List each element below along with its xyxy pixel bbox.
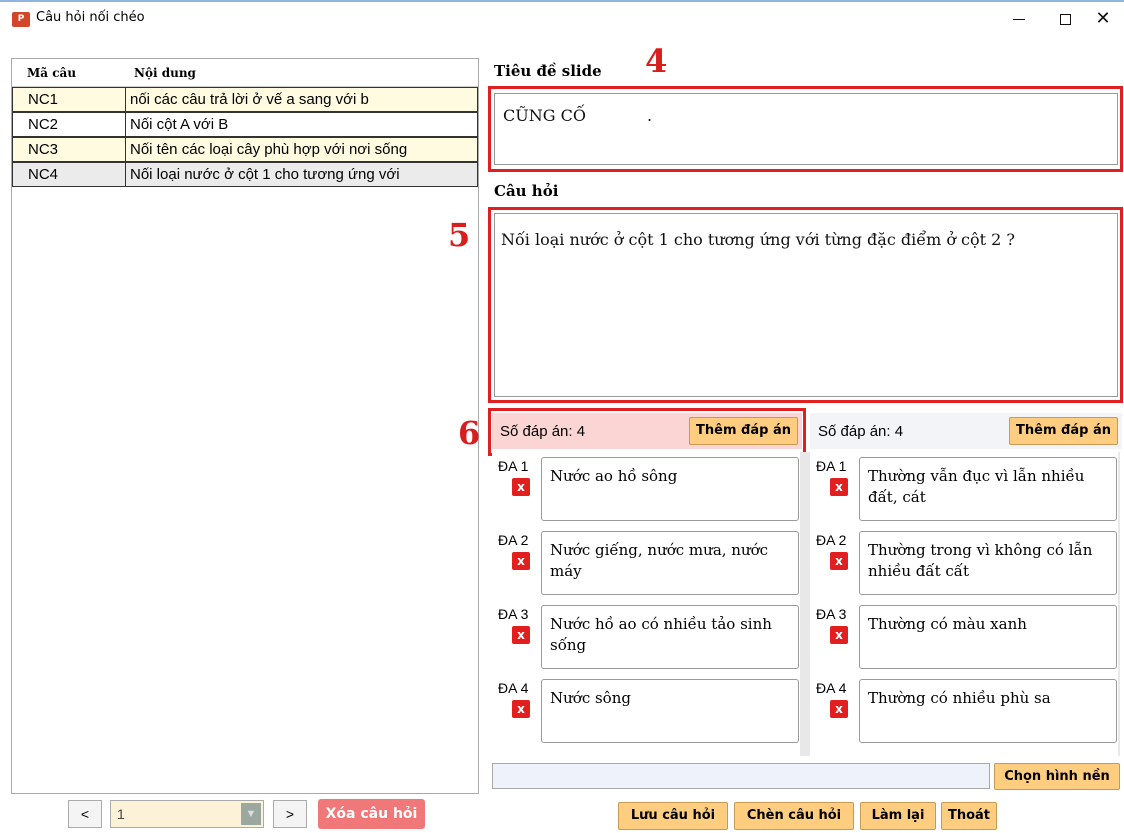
- answer-item: ĐA 4 x Nước sông: [492, 676, 800, 743]
- answers-area: ĐA 1 x Nước ao hồ sông ĐA 2 x Nước giếng…: [492, 452, 1120, 756]
- answer-label: ĐA 3: [498, 606, 529, 622]
- window-title: Câu hỏi nối chéo: [36, 10, 145, 25]
- answer-label: ĐA 4: [816, 680, 847, 696]
- answer-item: ĐA 4 x Thường có nhiều phù sa: [810, 676, 1118, 743]
- list-header: Mã câu Nội dung: [12, 59, 478, 87]
- minimize-icon: [1013, 18, 1025, 20]
- right-answer-column: ĐA 1 x Thường vẫn đục vì lẫn nhiều đất, …: [810, 452, 1118, 756]
- answer-item: ĐA 2 x Nước giếng, nước mưa, nước máy: [492, 528, 800, 595]
- answer-label: ĐA 3: [816, 606, 847, 622]
- answer-input[interactable]: Thường trong vì không có lẫn nhiều đất c…: [859, 531, 1117, 595]
- answer-label: ĐA 4: [498, 680, 529, 696]
- row-code: NC1: [12, 86, 125, 112]
- choose-background-button[interactable]: Chọn hình nền: [994, 763, 1120, 790]
- left-answer-column: ĐA 1 x Nước ao hồ sông ĐA 2 x Nước giếng…: [492, 452, 800, 756]
- answer-input[interactable]: Nước giếng, nước mưa, nước máy: [541, 531, 799, 595]
- right-add-answer-button[interactable]: Thêm đáp án: [1009, 417, 1118, 445]
- right-answer-count: Số đáp án: 4: [818, 422, 904, 440]
- row-content: nối các câu trả lời ở vế a sang với b: [125, 86, 478, 112]
- remove-answer-icon[interactable]: x: [512, 700, 530, 718]
- remove-answer-icon[interactable]: x: [512, 478, 530, 496]
- answer-input[interactable]: Nước sông: [541, 679, 799, 743]
- marker-5: 5: [448, 216, 471, 254]
- answer-input[interactable]: Thường vẫn đục vì lẫn nhiều đất, cát: [859, 457, 1117, 521]
- close-icon: ✕: [1095, 8, 1111, 29]
- maximize-icon: [1059, 13, 1071, 25]
- list-row-selected[interactable]: NC4 Nối loại nước ở cột 1 cho tương ứng …: [12, 161, 478, 187]
- slide-title-value: CŨNG CỐ .: [503, 106, 653, 125]
- remove-answer-icon[interactable]: x: [830, 626, 848, 644]
- slide-title-label: Tiêu đề slide: [494, 62, 602, 80]
- delete-question-button[interactable]: Xóa câu hỏi: [318, 799, 425, 829]
- page-select-value: 1: [117, 806, 125, 822]
- save-question-button[interactable]: Lưu câu hỏi: [618, 802, 728, 830]
- answer-item: ĐA 1 x Thường vẫn đục vì lẫn nhiều đất, …: [810, 454, 1118, 521]
- answer-item: ĐA 2 x Thường trong vì không có lẫn nhiề…: [810, 528, 1118, 595]
- right-answer-count-bar: Số đáp án: 4 Thêm đáp án: [810, 413, 1122, 449]
- answer-input[interactable]: Thường có nhiều phù sa: [859, 679, 1117, 743]
- row-code: NC3: [12, 136, 125, 162]
- remove-answer-icon[interactable]: x: [830, 552, 848, 570]
- list-row[interactable]: NC3 Nối tên các loại cây phù hợp với nơi…: [12, 136, 478, 162]
- left-add-answer-button[interactable]: Thêm đáp án: [689, 417, 798, 445]
- question-label: Câu hỏi: [494, 182, 559, 200]
- list-row[interactable]: NC1 nối các câu trả lời ở vế a sang với …: [12, 86, 478, 112]
- answer-label: ĐA 1: [816, 458, 847, 474]
- exit-button[interactable]: Thoát: [941, 802, 997, 830]
- answer-item: ĐA 3 x Nước hồ ao có nhiều tảo sinh sống: [492, 602, 800, 669]
- answer-input[interactable]: Thường có màu xanh: [859, 605, 1117, 669]
- close-button[interactable]: ✕: [1080, 6, 1124, 32]
- answer-label: ĐA 2: [816, 532, 847, 548]
- remove-answer-icon[interactable]: x: [512, 626, 530, 644]
- row-content: Nối loại nước ở cột 1 cho tương ứng với: [125, 161, 478, 187]
- insert-question-button[interactable]: Chèn câu hỏi: [734, 802, 854, 830]
- left-answer-count-bar: Số đáp án: 4 Thêm đáp án: [492, 413, 802, 449]
- answer-label: ĐA 1: [498, 458, 529, 474]
- answer-input[interactable]: Nước ao hồ sông: [541, 457, 799, 521]
- row-code: NC2: [12, 111, 125, 137]
- row-code: NC4: [12, 161, 125, 187]
- remove-answer-icon[interactable]: x: [830, 478, 848, 496]
- marker-6: 6: [458, 414, 481, 452]
- row-content: Nối cột A với B: [125, 111, 478, 137]
- title-bar: P Câu hỏi nối chéo ✕: [0, 0, 1124, 30]
- answer-input[interactable]: Nước hồ ao có nhiều tảo sinh sống: [541, 605, 799, 669]
- question-value: Nối loại nước ở cột 1 cho tương ứng với …: [501, 230, 1015, 249]
- remove-answer-icon[interactable]: x: [830, 700, 848, 718]
- minimize-button[interactable]: [996, 6, 1042, 32]
- answer-item: ĐA 1 x Nước ao hồ sông: [492, 454, 800, 521]
- column-header-code[interactable]: Mã câu: [12, 66, 126, 80]
- list-row[interactable]: NC2 Nối cột A với B: [12, 111, 478, 137]
- page-select[interactable]: 1 ▼: [110, 800, 264, 828]
- powerpoint-icon: P: [12, 12, 30, 27]
- answer-label: ĐA 2: [498, 532, 529, 548]
- next-page-button[interactable]: >: [273, 800, 307, 828]
- marker-4: 4: [645, 42, 668, 80]
- column-header-content[interactable]: Nội dung: [126, 66, 196, 80]
- left-answer-count: Số đáp án: 4: [500, 422, 586, 440]
- prev-page-button[interactable]: <: [68, 800, 102, 828]
- slide-title-input[interactable]: CŨNG CỐ .: [494, 93, 1118, 165]
- question-list[interactable]: Mã câu Nội dung NC1 nối các câu trả lời …: [11, 58, 479, 794]
- answer-item: ĐA 3 x Thường có màu xanh: [810, 602, 1118, 669]
- row-content: Nối tên các loại cây phù hợp với nơi sốn…: [125, 136, 478, 162]
- remove-answer-icon[interactable]: x: [512, 552, 530, 570]
- question-input[interactable]: Nối loại nước ở cột 1 cho tương ứng với …: [494, 213, 1118, 397]
- reset-button[interactable]: Làm lại: [860, 802, 936, 830]
- chevron-down-icon[interactable]: ▼: [241, 803, 261, 825]
- background-path-input[interactable]: [492, 763, 990, 789]
